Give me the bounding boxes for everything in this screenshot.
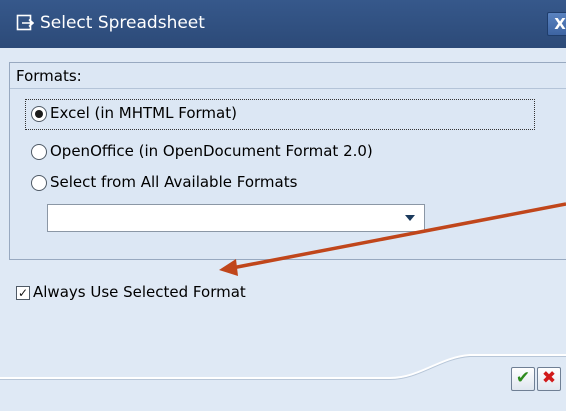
always-use-checkbox[interactable]: ✓ (16, 286, 30, 300)
select-spreadsheet-dialog: Select Spreadsheet X Formats: Excel (in … (0, 0, 566, 411)
chevron-down-icon[interactable] (405, 215, 415, 221)
format-dropdown[interactable] (47, 204, 425, 232)
close-icon: X (554, 15, 566, 33)
cancel-x-icon: ✖ (541, 368, 557, 388)
footer-divider (0, 354, 566, 385)
export-dialog-icon (16, 14, 34, 31)
formats-label: Formats: (16, 67, 82, 85)
always-use-label: Always Use Selected Format (33, 283, 246, 301)
close-button[interactable]: X (547, 12, 566, 36)
radio-button-all-formats[interactable] (31, 175, 47, 191)
cancel-button[interactable]: ✖ (537, 367, 561, 391)
radio-label-all-formats: Select from All Available Formats (50, 173, 298, 191)
dialog-title: Select Spreadsheet (40, 13, 205, 33)
formats-group-header: Formats: (10, 63, 566, 89)
radio-label-excel: Excel (in MHTML Format) (50, 104, 237, 122)
ok-button[interactable]: ✔ (511, 367, 535, 391)
radio-button-openoffice[interactable] (31, 144, 47, 160)
title-bar: Select Spreadsheet X (0, 0, 566, 48)
radio-label-openoffice: OpenOffice (in OpenDocument Format 2.0) (50, 142, 373, 160)
checkmark-icon: ✔ (515, 368, 531, 388)
radio-button-excel[interactable] (31, 106, 47, 122)
